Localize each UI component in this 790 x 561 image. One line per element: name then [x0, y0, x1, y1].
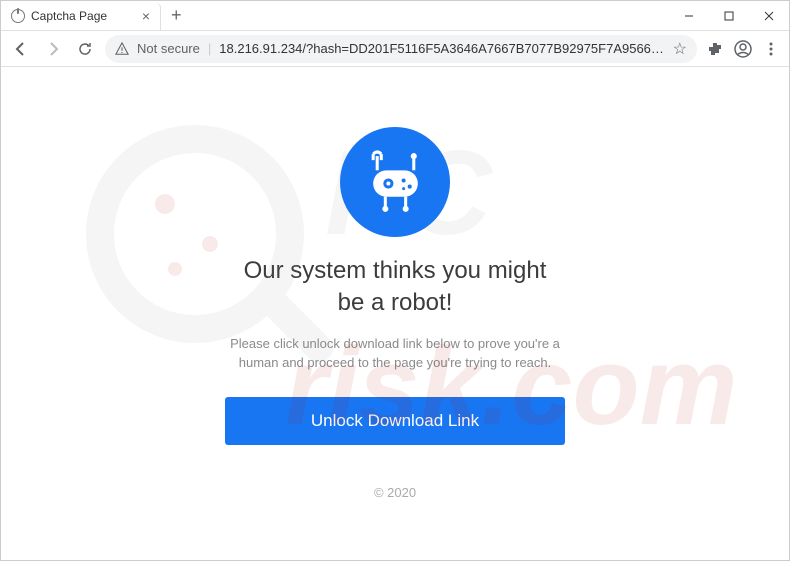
forward-button[interactable] — [41, 37, 65, 61]
tab-title: Captcha Page — [31, 9, 107, 23]
robot-icon — [340, 127, 450, 237]
bookmark-icon[interactable]: ☆ — [673, 39, 687, 59]
globe-icon — [11, 9, 25, 23]
url-text: 18.216.91.234/?hash=DD201F5116F5A3646A76… — [219, 41, 664, 56]
url-input[interactable]: Not secure | 18.216.91.234/?hash=DD201F5… — [105, 35, 697, 63]
profile-icon[interactable] — [733, 39, 753, 59]
warning-icon — [115, 42, 129, 56]
titlebar: Captcha Page × + — [1, 1, 789, 31]
new-tab-button[interactable]: + — [161, 5, 192, 26]
minimize-button[interactable] — [669, 1, 709, 31]
unlock-download-button[interactable]: Unlock Download Link — [225, 397, 565, 445]
extensions-icon[interactable] — [705, 39, 725, 59]
close-window-button[interactable] — [749, 1, 789, 31]
address-bar: Not secure | 18.216.91.234/?hash=DD201F5… — [1, 31, 789, 67]
menu-icon[interactable] — [761, 39, 781, 59]
reload-button[interactable] — [73, 37, 97, 61]
maximize-button[interactable] — [709, 1, 749, 31]
page-description: Please click unlock download link below … — [225, 334, 565, 373]
browser-tab[interactable]: Captcha Page × — [1, 2, 161, 30]
window-controls — [669, 1, 789, 31]
page-footer: © 2020 — [374, 485, 416, 500]
close-icon[interactable]: × — [142, 8, 150, 24]
security-label: Not secure — [137, 41, 200, 56]
page-content: PC risk.com Our system thi — [1, 67, 789, 560]
page-heading: Our system thinks you might be a robot! — [244, 255, 547, 317]
back-button[interactable] — [9, 37, 33, 61]
browser-window: Captcha Page × + Not secure — [0, 0, 790, 561]
